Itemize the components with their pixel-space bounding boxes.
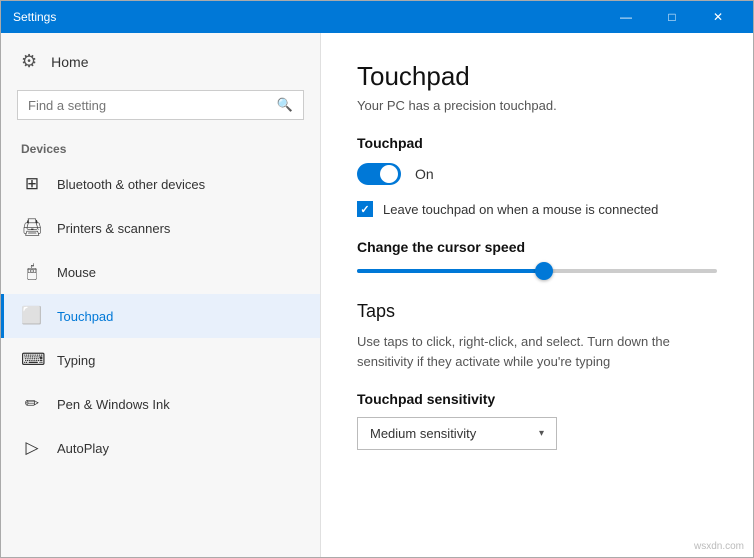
search-box[interactable]: 🔍 — [17, 90, 304, 120]
sidebar-item-touchpad[interactable]: ⬜ Touchpad — [1, 294, 320, 338]
main-content: Touchpad Your PC has a precision touchpa… — [321, 33, 753, 557]
search-input[interactable] — [28, 98, 269, 113]
search-icon: 🔍 — [277, 97, 293, 113]
touchpad-section-label: Touchpad — [357, 135, 717, 151]
maximize-button[interactable]: □ — [649, 1, 695, 33]
titlebar-controls: — □ ✕ — [603, 1, 741, 33]
page-subtitle: Your PC has a precision touchpad. — [357, 98, 717, 113]
slider-fill — [357, 269, 544, 273]
mouse-connected-checkbox[interactable]: ✓ — [357, 201, 373, 217]
sidebar-item-printers[interactable]: 🖨 Printers & scanners — [1, 206, 320, 250]
slider-thumb[interactable] — [535, 262, 553, 280]
slider-track — [357, 269, 717, 273]
mouse-icon: 🖱 — [21, 262, 43, 282]
sensitivity-value: Medium sensitivity — [370, 426, 476, 441]
pen-icon: ✏ — [21, 394, 43, 414]
sensitivity-label: Touchpad sensitivity — [357, 391, 717, 407]
touchpad-toggle[interactable] — [357, 163, 401, 185]
sidebar-section-devices: Devices — [1, 132, 320, 162]
sidebar-item-label: Typing — [57, 353, 95, 368]
dropdown-arrow-icon: ▾ — [539, 428, 544, 439]
sidebar-item-label: Touchpad — [57, 309, 113, 324]
toggle-state-label: On — [415, 166, 434, 182]
page-title: Touchpad — [357, 61, 717, 92]
close-button[interactable]: ✕ — [695, 1, 741, 33]
minimize-button[interactable]: — — [603, 1, 649, 33]
mouse-connected-label: Leave touchpad on when a mouse is connec… — [383, 202, 658, 217]
cursor-speed-label: Change the cursor speed — [357, 239, 717, 255]
sidebar-item-autoplay[interactable]: ▷ AutoPlay — [1, 426, 320, 470]
mouse-connected-checkbox-row: ✓ Leave touchpad on when a mouse is conn… — [357, 201, 717, 217]
sidebar-home-label: Home — [51, 54, 88, 70]
sidebar-item-label: Mouse — [57, 265, 96, 280]
printer-icon: 🖨 — [21, 218, 43, 238]
titlebar-title: Settings — [13, 10, 603, 24]
touchpad-toggle-row: On — [357, 163, 717, 185]
taps-description: Use taps to click, right-click, and sele… — [357, 332, 717, 371]
watermark: wsxdn.com — [694, 541, 744, 552]
home-icon: ⚙ — [21, 51, 37, 72]
taps-section-title: Taps — [357, 301, 717, 322]
checkmark-icon: ✓ — [360, 203, 369, 216]
sidebar-item-typing[interactable]: ⌨ Typing — [1, 338, 320, 382]
content-area: ⚙ Home 🔍 Devices ⊞ Bluetooth & other dev… — [1, 33, 753, 557]
touchpad-icon: ⬜ — [21, 306, 43, 326]
cursor-speed-slider-container[interactable] — [357, 269, 717, 273]
sidebar-item-bluetooth[interactable]: ⊞ Bluetooth & other devices — [1, 162, 320, 206]
sidebar-item-label: Bluetooth & other devices — [57, 177, 205, 192]
sidebar-item-pen[interactable]: ✏ Pen & Windows Ink — [1, 382, 320, 426]
sidebar: ⚙ Home 🔍 Devices ⊞ Bluetooth & other dev… — [1, 33, 321, 557]
sensitivity-dropdown[interactable]: Medium sensitivity ▾ — [357, 417, 557, 450]
settings-window: Settings — □ ✕ ⚙ Home 🔍 Devices ⊞ Blueto… — [0, 0, 754, 558]
sidebar-item-label: AutoPlay — [57, 441, 109, 456]
sidebar-item-label: Pen & Windows Ink — [57, 397, 170, 412]
sidebar-item-home[interactable]: ⚙ Home — [1, 33, 320, 90]
titlebar: Settings — □ ✕ — [1, 1, 753, 33]
typing-icon: ⌨ — [21, 350, 43, 370]
sidebar-item-label: Printers & scanners — [57, 221, 170, 236]
sidebar-item-mouse[interactable]: 🖱 Mouse — [1, 250, 320, 294]
bluetooth-icon: ⊞ — [21, 174, 43, 194]
autoplay-icon: ▷ — [21, 438, 43, 458]
